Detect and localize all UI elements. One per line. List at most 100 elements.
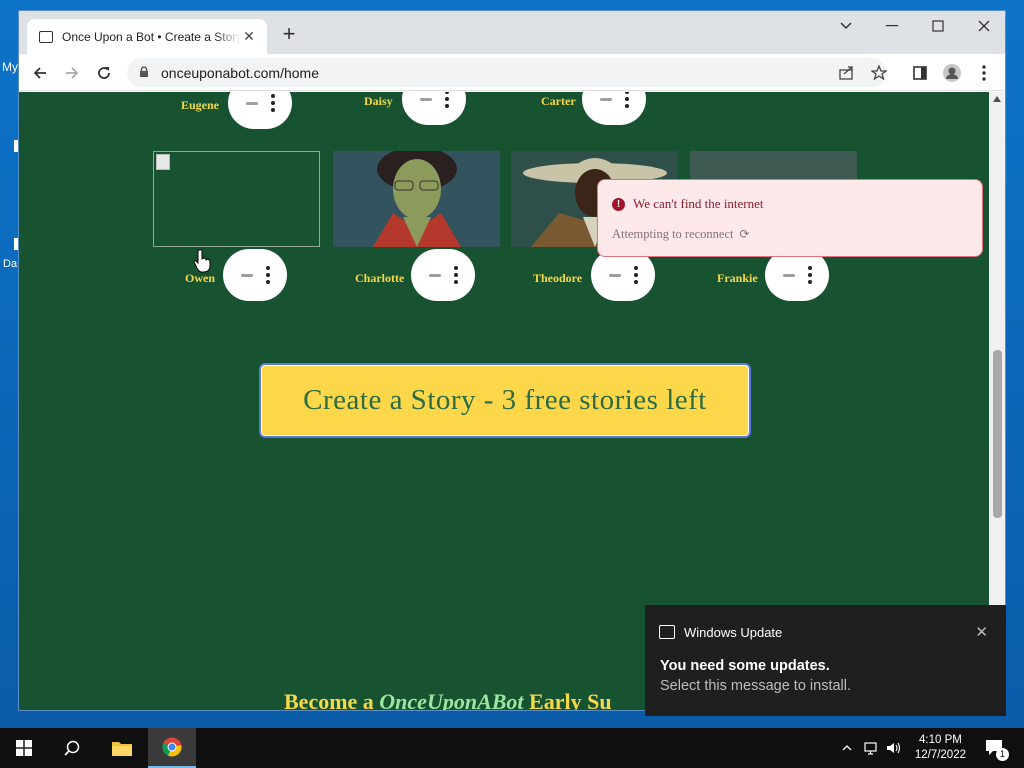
early-prefix: Become a [284, 689, 380, 711]
broken-image-icon [156, 154, 170, 170]
close-icon [978, 20, 990, 32]
toggle-icon[interactable] [428, 273, 441, 277]
windows-logo-icon [16, 740, 32, 756]
volume-button[interactable] [884, 728, 904, 768]
forward-arrow-icon [66, 67, 79, 79]
error-icon: ! [612, 198, 625, 211]
back-arrow-icon [33, 67, 46, 79]
show-hidden-icons-button[interactable] [838, 728, 856, 768]
share-icon[interactable] [839, 65, 855, 80]
clock-date: 12/7/2022 [914, 749, 966, 761]
address-bar[interactable]: onceuponabot.com/home [127, 58, 887, 87]
tab-close-icon[interactable]: ✕ [241, 28, 257, 45]
side-panel-button[interactable] [907, 60, 933, 86]
maximize-button[interactable] [915, 11, 961, 41]
taskbar: 4:10 PM 12/7/2022 1 [0, 728, 1024, 768]
toggle-icon[interactable] [782, 273, 795, 277]
create-story-button[interactable]: Create a Story - 3 free stories left [259, 363, 751, 438]
tab-title: Once Upon a Bot • Create a Story [62, 29, 241, 44]
toggle-icon[interactable] [608, 273, 621, 277]
maximize-icon [932, 20, 944, 32]
chevron-down-icon [840, 22, 852, 30]
kebab-menu-icon [982, 65, 986, 81]
action-center-button[interactable]: 1 [980, 728, 1010, 768]
search-button[interactable] [48, 728, 96, 768]
toggle-icon[interactable] [245, 101, 258, 105]
character-name: Carter [541, 94, 576, 108]
offline-title: We can't find the internet [633, 196, 764, 211]
reload-button[interactable] [91, 60, 117, 86]
minimize-icon [886, 25, 898, 27]
toggle-icon[interactable] [240, 273, 253, 277]
offline-subtitle-text: Attempting to reconnect [612, 227, 734, 241]
network-icon [864, 742, 877, 755]
new-tab-button[interactable]: + [277, 23, 301, 47]
toggle-icon[interactable] [599, 97, 612, 101]
character-controls[interactable] [223, 249, 287, 301]
toggle-icon[interactable] [419, 97, 432, 101]
clock-time: 4:10 PM [919, 734, 962, 746]
character-portrait[interactable] [333, 151, 500, 247]
notification-app-name: Windows Update [684, 625, 783, 640]
hand-cursor-icon [193, 249, 211, 273]
desktop-icon-label[interactable]: Da [3, 258, 17, 270]
chrome-icon [162, 737, 182, 757]
browser-tab[interactable]: Once Upon a Bot • Create a Story ✕ [27, 19, 267, 54]
scroll-thumb[interactable] [993, 350, 1002, 518]
more-options-icon[interactable] [270, 94, 275, 112]
character-controls[interactable] [411, 249, 475, 301]
minimize-button[interactable] [869, 11, 915, 41]
character-controls[interactable] [582, 92, 646, 125]
browser-toolbar: onceuponabot.com/home [19, 54, 1005, 91]
character-name: Frankie [717, 271, 758, 285]
character-portrait-broken[interactable] [153, 151, 320, 247]
start-button[interactable] [0, 728, 48, 768]
portrait-illustration [333, 151, 500, 247]
chrome-button[interactable] [148, 728, 196, 768]
offline-banner: ! We can't find the internet Attempting … [597, 179, 983, 257]
character-name: Owen [185, 271, 215, 285]
close-icon[interactable]: ✕ [975, 623, 988, 641]
system-clock[interactable]: 4:10 PM 12/7/2022 [915, 733, 966, 763]
more-options-icon[interactable] [807, 266, 812, 284]
back-button[interactable] [27, 60, 53, 86]
character-controls[interactable] [228, 92, 292, 129]
bookmark-star-icon[interactable] [871, 65, 887, 80]
side-panel-icon [913, 66, 927, 80]
title-bar: Once Upon a Bot • Create a Story ✕ + [19, 11, 1005, 54]
windows-update-icon [659, 625, 675, 639]
chevron-up-icon [842, 745, 852, 751]
windows-update-notification[interactable]: Windows Update ✕ You need some updates. … [645, 605, 1006, 716]
profile-button[interactable] [939, 60, 965, 86]
early-suffix: Early Su [523, 689, 612, 711]
reconnect-spinner-icon: ⟳ [739, 227, 750, 241]
desktop-icon-label[interactable]: My [2, 60, 18, 74]
file-explorer-button[interactable] [98, 728, 146, 768]
more-options-icon[interactable] [633, 266, 638, 284]
profile-avatar-icon [943, 64, 961, 82]
more-options-icon[interactable] [265, 266, 270, 284]
offline-subtitle: Attempting to reconnect ⟳ [612, 227, 750, 242]
lock-icon [140, 66, 148, 77]
notification-count-badge: 1 [996, 748, 1009, 761]
close-window-button[interactable] [961, 11, 1005, 41]
more-options-icon[interactable] [444, 92, 449, 108]
scroll-up-icon[interactable] [993, 96, 1001, 102]
search-icon [64, 740, 80, 756]
early-supporter-heading: Become a OnceUponABot Early Su [284, 689, 612, 711]
character-controls[interactable] [402, 92, 466, 125]
url-text: onceuponabot.com/home [161, 65, 319, 81]
more-options-icon[interactable] [624, 92, 629, 108]
more-options-icon[interactable] [453, 266, 458, 284]
folder-icon [112, 742, 132, 756]
tab-search-button[interactable] [823, 11, 869, 41]
character-name: Charlotte [355, 271, 405, 285]
forward-button[interactable] [59, 60, 85, 86]
character-name: Daisy [364, 94, 393, 108]
browser-menu-button[interactable] [971, 60, 997, 86]
network-button[interactable] [862, 728, 882, 768]
early-brand: OnceUponABot [379, 689, 524, 711]
notification-heading: You need some updates. [660, 658, 830, 674]
tab-favicon-icon [39, 30, 53, 43]
notification-body: Select this message to install. [660, 678, 852, 694]
